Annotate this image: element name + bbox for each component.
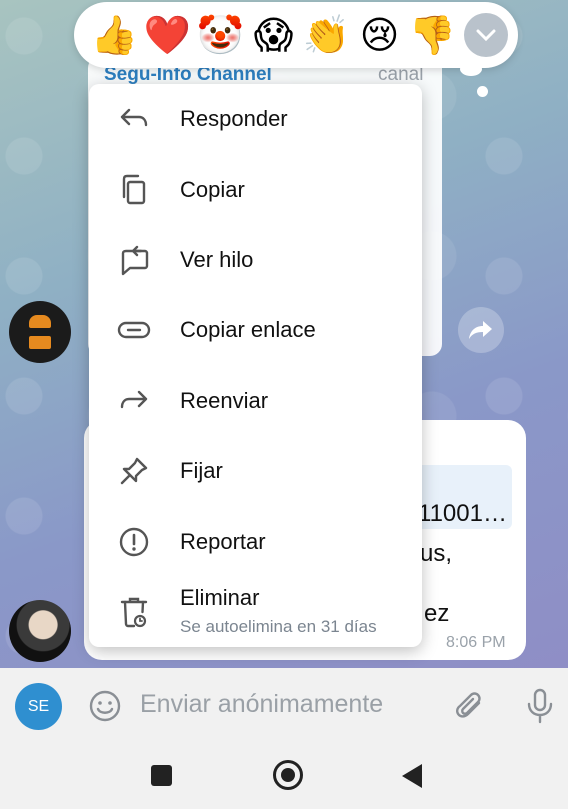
reaction-clapping-hands[interactable]: 👏 <box>300 9 353 62</box>
reaction-thumbs-down[interactable]: 👎 <box>406 9 459 62</box>
message-text-snippet: ez <box>424 600 450 627</box>
menu-item-label: Eliminar <box>180 585 260 610</box>
reaction-bar: 👍 ❤️ 🤡 😱 👏 😢 👎 <box>74 2 518 68</box>
more-reactions-button[interactable] <box>464 13 508 57</box>
delete-icon <box>117 595 151 629</box>
share-button[interactable] <box>458 307 504 353</box>
menu-item-forward[interactable]: Reenviar <box>89 366 422 436</box>
menu-item-label: Reportar <box>180 529 266 554</box>
menu-item-copy[interactable]: Copiar <box>89 155 422 225</box>
menu-item-report[interactable]: Reportar <box>89 507 422 577</box>
menu-item-label: Copiar enlace <box>180 317 316 342</box>
menu-item-copy-link[interactable]: Copiar enlace <box>89 295 422 365</box>
link-icon <box>117 313 151 347</box>
forward-icon <box>117 384 151 418</box>
menu-item-delete[interactable]: Eliminar Se autoelimina en 31 días <box>89 577 422 647</box>
chevron-down-icon <box>476 29 496 41</box>
pin-icon <box>117 454 151 488</box>
microphone-icon <box>527 688 553 724</box>
emoji-button[interactable] <box>87 688 123 724</box>
message-text-snippet: us, <box>420 540 453 567</box>
link-snippet: 11001… <box>418 500 507 527</box>
channel-avatar[interactable] <box>9 301 71 363</box>
home-icon[interactable] <box>273 760 303 790</box>
copy-icon <box>117 173 151 207</box>
menu-item-pin[interactable]: Fijar <box>89 436 422 506</box>
thread-icon <box>117 243 151 277</box>
menu-item-label: Reenviar <box>180 388 269 413</box>
reaction-clown-face[interactable]: 🤡 <box>194 9 247 62</box>
back-icon[interactable] <box>402 764 422 788</box>
emoji-icon <box>89 690 121 722</box>
voice-record-button[interactable] <box>522 688 558 724</box>
recent-apps-icon[interactable] <box>151 765 172 786</box>
menu-item-view-thread[interactable]: Ver hilo <box>89 225 422 295</box>
menu-item-label: Fijar <box>180 458 223 483</box>
message-time: 8:06 PM <box>446 634 506 651</box>
reaction-thumbs-up[interactable]: 👍 <box>88 9 141 62</box>
paperclip-icon <box>456 692 481 718</box>
menu-item-reply[interactable]: Responder <box>89 84 422 154</box>
message-input[interactable]: Enviar anónimamente <box>140 690 383 719</box>
menu-item-sublabel: Se autoelimina en 31 días <box>180 617 377 636</box>
attach-button[interactable] <box>452 688 488 724</box>
menu-item-label: Ver hilo <box>180 247 254 272</box>
reaction-crying-face[interactable]: 😢 <box>353 9 406 62</box>
reaction-bar-tail <box>460 62 482 76</box>
reaction-screaming-face[interactable]: 😱 <box>247 9 300 62</box>
reaction-red-heart[interactable]: ❤️ <box>141 9 194 62</box>
menu-item-label: Responder <box>180 106 288 131</box>
share-arrow-icon <box>469 321 492 339</box>
report-icon <box>117 525 151 559</box>
menu-item-label: Copiar <box>180 177 245 202</box>
reply-icon <box>117 102 151 136</box>
sender-avatar[interactable] <box>9 600 71 662</box>
message-context-menu: Responder Copiar Ver hilo Copiar enlace … <box>89 84 422 647</box>
reaction-bar-tail <box>477 86 488 97</box>
send-as-avatar[interactable]: SE <box>15 683 62 730</box>
